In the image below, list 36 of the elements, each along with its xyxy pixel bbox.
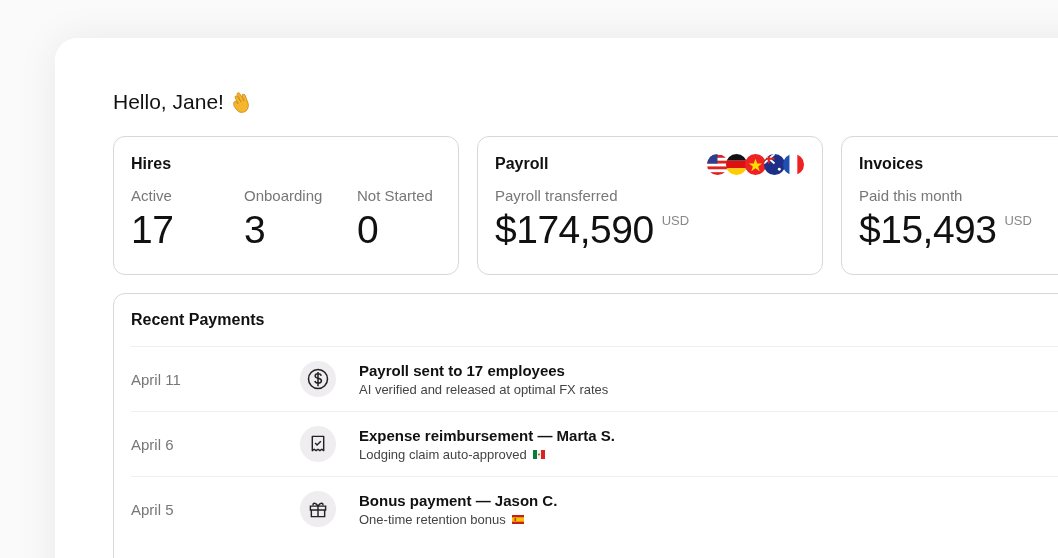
stat-label: Onboarding bbox=[244, 187, 324, 205]
stat-label: Not Started bbox=[357, 187, 433, 205]
card-title: Invoices bbox=[859, 155, 924, 173]
payment-title: Bonus payment — Jason C. bbox=[359, 491, 558, 509]
payment-title: Payroll sent to 17 employees bbox=[359, 361, 566, 379]
dollar-icon bbox=[299, 360, 337, 398]
payment-subtitle: One-time retention bonus bbox=[359, 511, 506, 527]
receipt-icon bbox=[299, 425, 337, 463]
amount-value: $15,493 bbox=[859, 207, 997, 253]
flag-icon bbox=[763, 152, 786, 176]
payment-subtitle: Lodging claim auto-approved bbox=[359, 446, 527, 462]
flag-icon bbox=[782, 152, 805, 176]
stat-value: 0 bbox=[357, 207, 380, 253]
stat-value: 17 bbox=[131, 207, 175, 253]
stat-label: Active bbox=[131, 187, 173, 205]
flag-icon bbox=[706, 152, 729, 176]
payment-title: Expense reimbursement — Marta S. bbox=[359, 426, 615, 444]
card-title: Hires bbox=[131, 155, 172, 173]
payment-date: April 11 bbox=[131, 370, 182, 388]
payment-date: April 5 bbox=[131, 500, 175, 518]
stat-label: Paid this month bbox=[859, 187, 964, 205]
flag-icon bbox=[744, 152, 767, 176]
section-title: Recent Payments bbox=[131, 311, 266, 329]
flag-icon bbox=[532, 449, 545, 459]
card-title: Payroll bbox=[495, 155, 549, 173]
currency-label: USD bbox=[661, 213, 690, 228]
payment-date: April 6 bbox=[131, 435, 175, 453]
gift-icon bbox=[299, 490, 337, 528]
flag-icon bbox=[511, 514, 524, 524]
stat-label: Payroll transferred bbox=[495, 187, 619, 205]
amount-value: $174,590 bbox=[495, 207, 654, 253]
stat-value: 3 bbox=[244, 207, 267, 253]
currency-label: USD bbox=[1004, 213, 1032, 228]
payment-subtitle: AI verified and released at optimal FX rates bbox=[359, 381, 609, 397]
greeting: Hello, Jane! bbox=[113, 90, 224, 114]
flag-icon bbox=[725, 152, 748, 176]
